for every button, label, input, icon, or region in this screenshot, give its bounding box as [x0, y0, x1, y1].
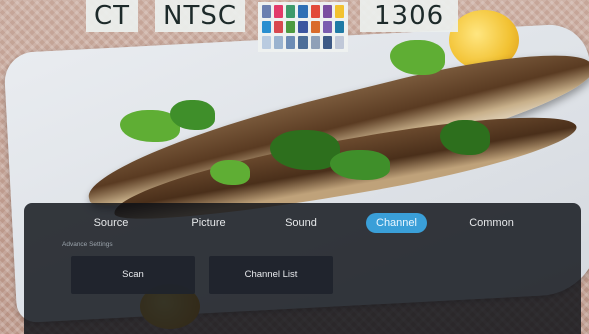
- palette-swatch: [262, 20, 272, 34]
- palette-swatch: [286, 20, 296, 34]
- tab-channel[interactable]: Channel: [366, 213, 427, 233]
- tab-picture[interactable]: Picture: [181, 213, 236, 233]
- tab-source[interactable]: Source: [86, 213, 136, 233]
- section-label-advance-settings: Advance Settings: [62, 241, 113, 248]
- palette-swatch: [334, 36, 344, 49]
- settings-menu-panel: Source Picture Sound Channel Common Adva…: [24, 203, 581, 334]
- menu-tabs: Source Picture Sound Channel Common: [24, 213, 581, 235]
- palette-swatch: [286, 36, 296, 49]
- palette-swatch: [310, 36, 320, 49]
- system-label: NTSC: [155, 0, 245, 32]
- palette-swatch: [322, 5, 332, 18]
- channel-list-button[interactable]: Channel List: [209, 256, 333, 294]
- palette-swatch: [262, 5, 272, 18]
- palette-swatch: [262, 36, 272, 49]
- tab-sound[interactable]: Sound: [276, 213, 326, 233]
- scan-button[interactable]: Scan: [71, 256, 195, 294]
- herb-garnish: [210, 160, 250, 185]
- palette-swatch: [274, 20, 284, 34]
- palette-swatch: [298, 36, 308, 49]
- palette-swatch: [310, 5, 320, 18]
- palette-swatch: [322, 20, 332, 34]
- palette-swatch: [334, 5, 344, 18]
- herb-garnish: [170, 100, 215, 130]
- palette-swatch: [334, 20, 344, 34]
- color-temp-label: CT: [86, 0, 139, 32]
- herb-garnish: [440, 120, 490, 155]
- channel-number: 1306: [360, 0, 459, 32]
- palette-swatch: [274, 36, 284, 49]
- palette-swatch: [322, 36, 332, 49]
- tab-common[interactable]: Common: [464, 213, 519, 233]
- palette-swatch: [310, 20, 320, 34]
- palette-swatch: [274, 5, 284, 18]
- palette-swatch: [286, 5, 296, 18]
- palette-swatch: [298, 5, 308, 18]
- palette-swatch: [298, 20, 308, 34]
- color-palette-swatch: [258, 2, 348, 52]
